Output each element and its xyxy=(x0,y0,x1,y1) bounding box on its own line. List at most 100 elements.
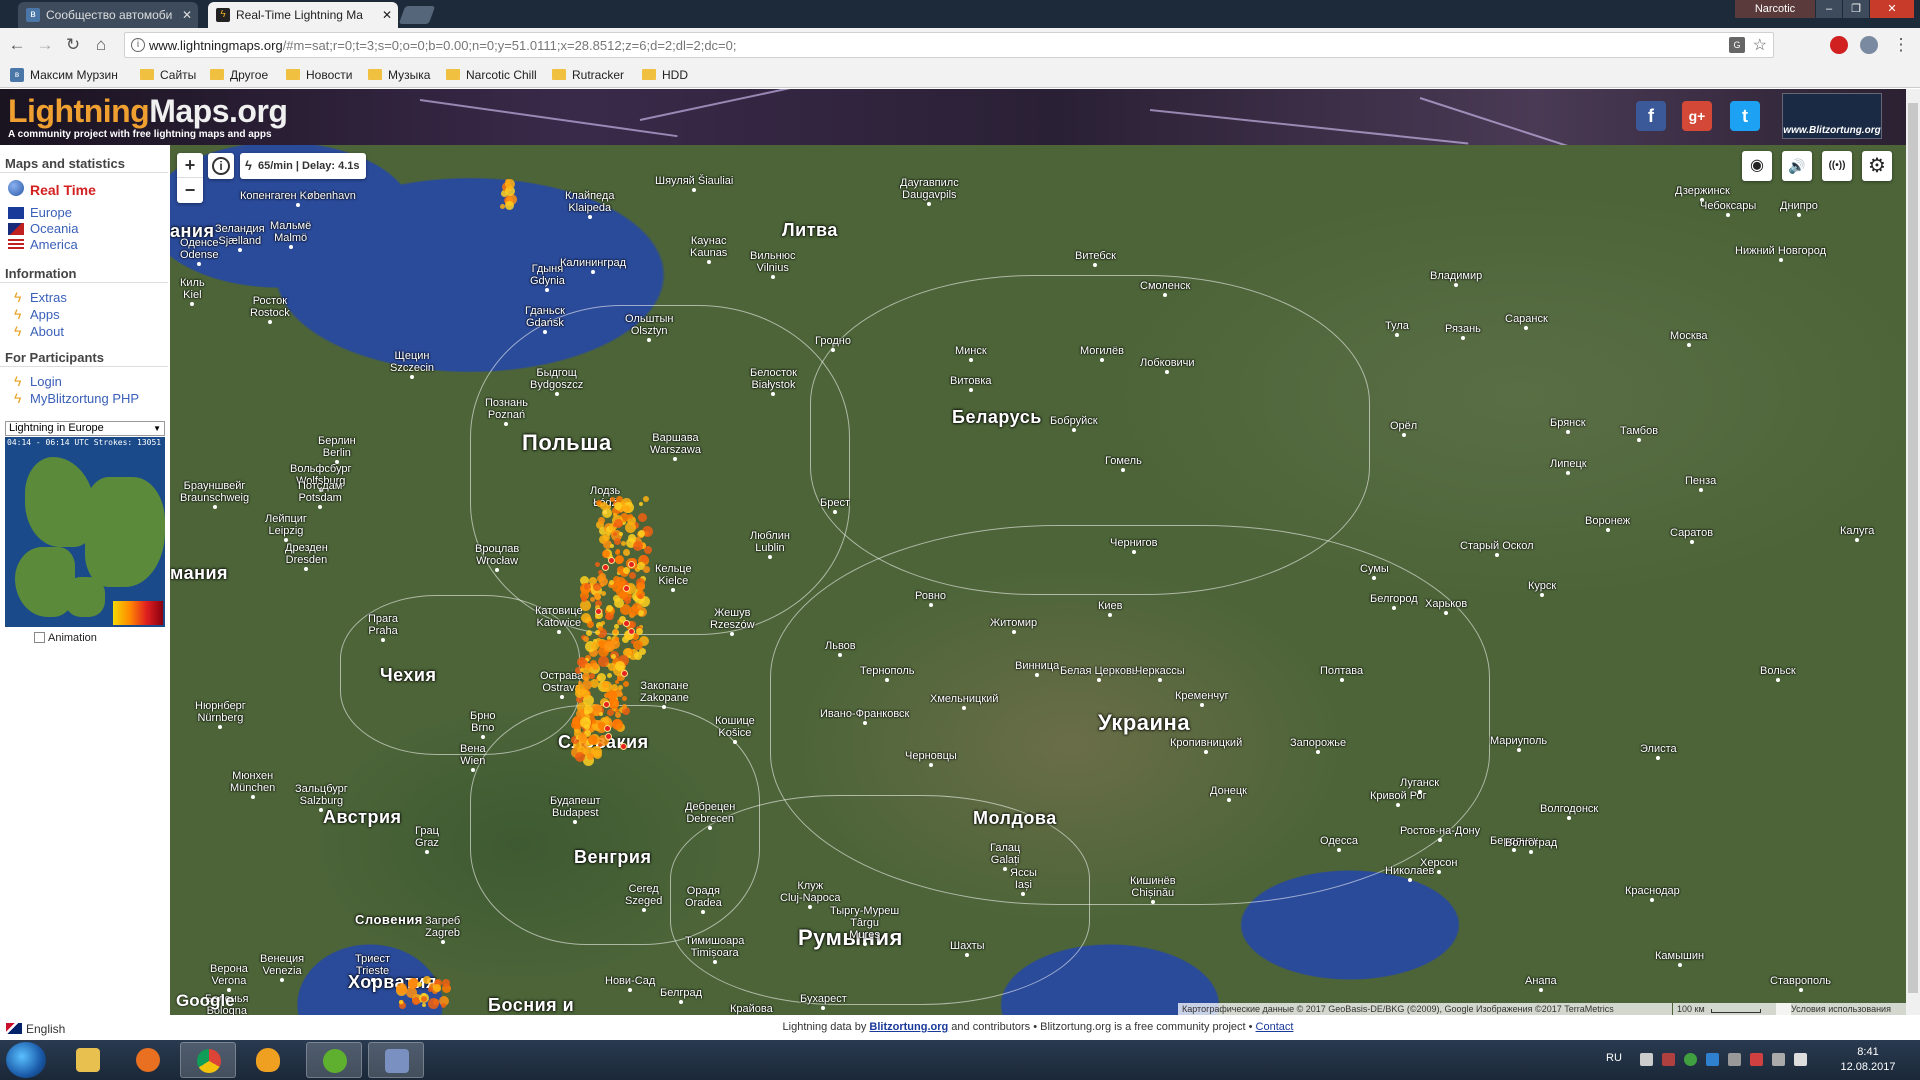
city-label: Щецин Szczecin xyxy=(390,350,434,379)
back-icon[interactable]: ← xyxy=(6,34,28,56)
contact-link[interactable]: Contact xyxy=(1256,1021,1294,1033)
folder-icon xyxy=(140,69,154,80)
volume-icon[interactable] xyxy=(1794,1053,1807,1066)
city-label: Ивано-Франковск xyxy=(820,708,909,725)
start-button[interactable] xyxy=(6,1042,46,1078)
google-plus-icon[interactable]: g+ xyxy=(1682,101,1712,131)
taskbar-explorer[interactable] xyxy=(60,1042,116,1078)
city-label: Прага Praha xyxy=(368,613,398,642)
city-label: Венеция Venezia xyxy=(260,953,304,982)
lightning-strike-core xyxy=(620,669,628,677)
extension-icon[interactable] xyxy=(1830,36,1848,54)
address-bar[interactable]: i www.lightningmaps.org/#m=sat;r=0;t=3;s… xyxy=(124,32,1774,58)
sidebar: Maps and statistics Real Time Europe Oce… xyxy=(0,145,170,1036)
tab-lightning-maps[interactable]: ϟ Real-Time Lightning Ma ✕ xyxy=(208,2,398,28)
sidebar-item-about[interactable]: About xyxy=(30,324,64,339)
settings-icon[interactable]: ⚙ xyxy=(1862,151,1892,181)
city-label: Запорожье xyxy=(1290,737,1346,754)
sidebar-item-myblitzortung[interactable]: MyBlitzortung PHP xyxy=(30,391,139,406)
bookmarks-bar: в Максим Мурзин Сайты Другое Новости Музы… xyxy=(0,62,1920,88)
maximize-button[interactable]: ❐ xyxy=(1843,0,1869,18)
bookmark-item[interactable]: Narcotic Chill xyxy=(446,66,537,84)
close-icon[interactable]: ✕ xyxy=(182,2,192,28)
bookmark-item[interactable]: HDD xyxy=(642,66,688,84)
sidebar-item-oceania[interactable]: Oceania xyxy=(30,221,78,236)
tray-icon[interactable] xyxy=(1684,1053,1697,1066)
strike-rate-display[interactable]: ϟ 65/min | Delay: 4.1s xyxy=(240,153,366,179)
animation-checkbox[interactable] xyxy=(34,632,45,643)
tray-icon[interactable] xyxy=(1662,1053,1675,1066)
sidebar-item-america[interactable]: America xyxy=(30,237,78,252)
translate-icon[interactable]: G xyxy=(1729,37,1745,53)
blitzortung-link[interactable]: Blitzortung.org xyxy=(869,1021,948,1033)
taskbar-utorrent[interactable] xyxy=(306,1042,362,1078)
twitter-icon[interactable]: t xyxy=(1730,101,1760,131)
bookmark-item[interactable]: в Максим Мурзин xyxy=(10,66,118,84)
lightning-map[interactable]: Литва Польша Беларусь Украина Словакия Ч… xyxy=(170,145,1906,1015)
sidebar-item-login[interactable]: Login xyxy=(30,374,62,389)
city-label: Крайова xyxy=(730,1003,773,1015)
taskbar-window[interactable] xyxy=(368,1042,424,1078)
city-label: Нижний Новгород xyxy=(1735,245,1826,262)
folder-icon xyxy=(368,69,382,80)
sidebar-item-realtime[interactable]: Real Time xyxy=(30,182,96,198)
europe-minimap[interactable]: 04:14 - 06:14 UTC Strokes: 13051 xyxy=(5,437,165,627)
sidebar-item-apps[interactable]: Apps xyxy=(30,307,60,322)
bookmark-item[interactable]: Музыка xyxy=(368,66,430,84)
stations-icon[interactable]: ((•)) xyxy=(1822,151,1852,181)
city-label: Белая Церковь xyxy=(1060,665,1138,682)
flag-icon[interactable] xyxy=(1750,1053,1763,1066)
bookmark-item[interactable]: Rutracker xyxy=(552,66,624,84)
close-window-button[interactable]: ✕ xyxy=(1870,0,1914,18)
input-language[interactable]: RU xyxy=(1606,1052,1622,1064)
zoom-in-button[interactable]: + xyxy=(177,153,203,178)
site-info-icon[interactable]: i xyxy=(131,38,145,52)
animation-toggle[interactable]: Animation xyxy=(34,632,97,644)
zoom-out-button[interactable]: − xyxy=(177,178,203,203)
lightning-strike-marker xyxy=(591,719,596,724)
city-label: Минск xyxy=(955,345,987,362)
sidebar-item-europe[interactable]: Europe xyxy=(30,205,72,220)
minimize-button[interactable]: – xyxy=(1816,0,1842,18)
city-label: Зеландия Sjælland xyxy=(215,223,265,252)
lightning-strike-marker xyxy=(602,533,610,541)
minimap-select[interactable]: Lightning in Europe ▼ xyxy=(5,421,165,436)
profile-badge[interactable]: Narcotic xyxy=(1735,0,1815,18)
taskbar-app[interactable] xyxy=(240,1042,296,1078)
extension-icon[interactable] xyxy=(1860,36,1878,54)
lightning-strike-marker xyxy=(584,663,591,670)
sidebar-item-extras[interactable]: Extras xyxy=(30,290,67,305)
bookmark-item[interactable]: Сайты xyxy=(140,66,196,84)
sound-icon[interactable]: 🔊 xyxy=(1782,151,1812,181)
system-clock[interactable]: 8:41 12.08.2017 xyxy=(1838,1045,1898,1075)
close-icon[interactable]: ✕ xyxy=(382,2,392,28)
display-icon[interactable] xyxy=(1772,1053,1785,1066)
scrollbar-thumb[interactable] xyxy=(1908,103,1918,993)
terms-link[interactable]: Условия использования xyxy=(1776,1003,1906,1015)
info-button[interactable]: i xyxy=(208,153,234,179)
reload-icon[interactable]: ↻ xyxy=(62,34,84,56)
forward-icon[interactable]: → xyxy=(34,34,56,56)
language-selector[interactable]: English xyxy=(6,1022,65,1036)
locate-icon[interactable]: ◉ xyxy=(1742,151,1772,181)
bookmark-item[interactable]: Другое xyxy=(210,66,268,84)
tab-vk-community[interactable]: в Сообщество автомоби ✕ xyxy=(18,2,198,28)
bookmark-item[interactable]: Новости xyxy=(286,66,352,84)
lightning-strike-marker xyxy=(634,652,643,661)
cloud-icon[interactable] xyxy=(1640,1053,1653,1066)
blitzortung-logo[interactable]: www.Blitzortung.org xyxy=(1782,93,1882,139)
site-logo[interactable]: LightningMaps.org xyxy=(8,93,288,130)
taskbar-media-player[interactable] xyxy=(120,1042,176,1078)
new-tab-button[interactable] xyxy=(398,6,436,24)
home-icon[interactable]: ⌂ xyxy=(90,34,112,56)
bookmark-star-icon[interactable]: ☆ xyxy=(1753,35,1767,55)
lightning-strike-marker xyxy=(639,501,644,506)
page-scrollbar[interactable] xyxy=(1906,89,1920,1015)
facebook-icon[interactable]: f xyxy=(1636,101,1666,131)
taskbar-chrome[interactable] xyxy=(180,1042,236,1078)
network-icon[interactable] xyxy=(1728,1053,1741,1066)
lightning-strike-marker xyxy=(604,612,612,620)
tray-icon[interactable] xyxy=(1706,1053,1719,1066)
country-label: Украина xyxy=(1098,710,1191,735)
menu-icon[interactable]: ⋮ xyxy=(1890,34,1912,56)
